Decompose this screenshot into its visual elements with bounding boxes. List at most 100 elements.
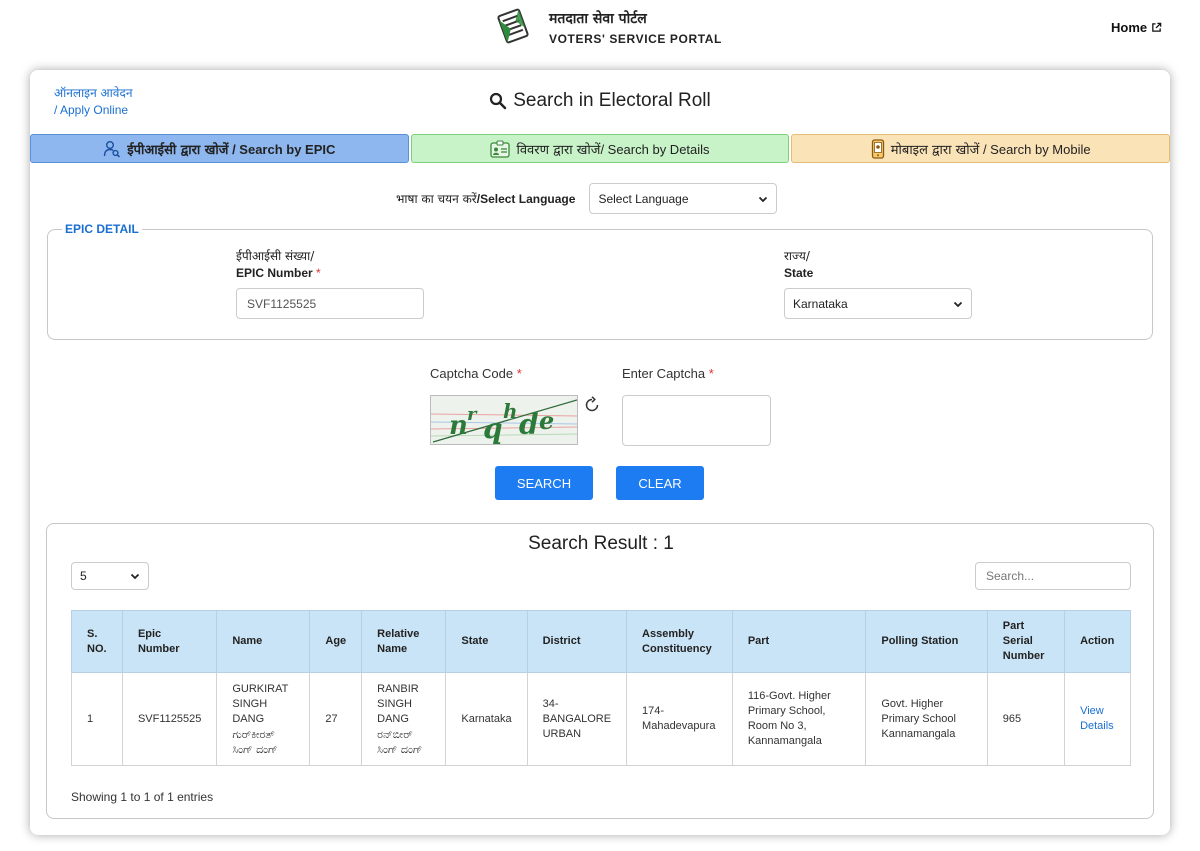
language-label: भाषा का चयन करें/Select Language: [396, 190, 575, 207]
captcha-char: q: [483, 412, 503, 445]
captcha-input[interactable]: [622, 395, 771, 446]
search-button[interactable]: SEARCH: [495, 466, 593, 500]
entries-info: Showing 1 to 1 of 1 entries: [71, 790, 214, 804]
column-header[interactable]: District: [526, 610, 628, 673]
column-header[interactable]: Name: [216, 610, 311, 673]
captcha-char: e: [539, 406, 554, 435]
mobile-icon: [871, 138, 884, 159]
state-select[interactable]: Karnataka: [784, 288, 972, 319]
page-title-text: Search in Electoral Roll: [513, 90, 711, 111]
page-title: Search in Electoral Roll: [30, 90, 1170, 112]
state-select-value: Karnataka: [793, 296, 848, 311]
epic-number-value: SVF1125525: [247, 296, 317, 311]
required-mark: *: [516, 366, 522, 381]
column-header[interactable]: S. NO.: [71, 610, 123, 673]
tab-details-hindi: विवरण द्वारा खोजें: [516, 142, 601, 158]
ballot-box-logo-icon: [497, 8, 529, 44]
epic-number-input[interactable]: SVF1125525: [236, 288, 424, 319]
chevron-down-icon: [759, 196, 768, 202]
cell-name: GURKIRAT SINGH DANG ಗುರ್‌ಕೀರತ್ ಸಿಂಗ್ ದಂಗ…: [216, 672, 311, 766]
language-label-hindi: भाषा का चयन करें: [396, 192, 477, 206]
portal-name-english: VOTERS' SERVICE PORTAL: [549, 32, 722, 46]
search-card: ऑनलाइन आवेदन / Apply Online Search in El…: [30, 70, 1171, 835]
user-search-icon: [104, 140, 121, 158]
cell-action: View Details: [1064, 672, 1131, 766]
table-search-input[interactable]: Search...: [975, 562, 1131, 590]
cell-sno: 1: [71, 672, 123, 766]
column-header[interactable]: Action: [1064, 610, 1131, 673]
name-kannada: ಗುರ್‌ಕೀರತ್ ಸಿಂಗ್ ದಂಗ್: [232, 727, 278, 756]
column-header[interactable]: State: [445, 610, 528, 673]
enter-captcha-label-text: Enter Captcha: [622, 366, 706, 381]
column-header[interactable]: Polling Station: [865, 610, 988, 673]
enter-captcha-label: Enter Captcha *: [622, 366, 714, 381]
epic-number-label-english: EPIC Number: [236, 266, 313, 280]
clear-button[interactable]: CLEAR: [616, 466, 704, 500]
search-result-title: Search Result : 1: [528, 533, 674, 554]
top-header: मतदाता सेवा पोर्टल VOTERS' SERVICE PORTA…: [0, 0, 1200, 60]
state-label: राज्य/ State: [784, 248, 813, 282]
cell-state: Karnataka: [445, 672, 528, 766]
chevron-down-icon: [130, 573, 140, 580]
column-header[interactable]: Age: [309, 610, 363, 673]
table-search-placeholder: Search...: [986, 569, 1035, 583]
relative-name-english: RANBIR SINGH DANG: [377, 682, 419, 725]
required-mark: *: [708, 366, 714, 381]
tab-search-by-mobile[interactable]: मोबाइल द्वारा खोजें / Search by Mobile: [791, 134, 1171, 163]
view-details-link[interactable]: View Details: [1080, 705, 1114, 732]
epic-detail-fieldset: EPIC DETAIL ईपीआईसी संख्या/ EPIC Number …: [47, 222, 1153, 340]
search-tabs: ईपीआईसी द्वारा खोजें / Search by EPIC वि…: [30, 134, 1171, 163]
external-link-icon: [1152, 22, 1162, 32]
relative-name-kannada: ರನ್‌ಬೀರ್ ಸಿಂಗ್ ದಂಗ್: [377, 727, 423, 756]
refresh-captcha-icon[interactable]: [583, 396, 601, 414]
cell-part: 116-Govt. Higher Primary School, Room No…: [731, 672, 867, 766]
tab-search-by-details[interactable]: विवरण द्वारा खोजें/ Search by Details: [410, 134, 790, 163]
tab-search-by-epic[interactable]: ईपीआईसी द्वारा खोजें / Search by EPIC: [30, 134, 409, 163]
required-mark: *: [316, 266, 321, 280]
tab-mobile-english: / Search by Mobile: [979, 141, 1091, 157]
home-link-label: Home: [1111, 20, 1148, 35]
search-result-panel: Search Result : 1 5 Search... S. NO. Epi…: [46, 523, 1154, 819]
page-size-value: 5: [80, 569, 87, 583]
chevron-down-icon: [953, 301, 963, 307]
language-label-english: /Select Language: [476, 192, 576, 206]
column-header[interactable]: Assembly Constituency: [626, 610, 733, 673]
table-row: 1 SVF1125525 GURKIRAT SINGH DANG ಗುರ್‌ಕೀ…: [71, 672, 1131, 766]
tab-epic-hindi: ईपीआईसी द्वारा खोजें: [127, 142, 229, 158]
epic-number-label-hindi: ईपीआईसी संख्या/: [236, 249, 315, 263]
captcha-char: h: [503, 399, 518, 423]
search-icon: [490, 92, 507, 110]
cell-relative-name: RANBIR SINGH DANG ರನ್‌ಬೀರ್ ಸಿಂಗ್ ದಂಗ್: [361, 672, 447, 766]
cell-epic: SVF1125525: [121, 672, 218, 766]
language-row: भाषा का चयन करें/Select Language Select …: [396, 183, 778, 214]
cell-assembly: 174-Mahadevapura: [626, 672, 733, 766]
cell-serial: 965: [986, 672, 1066, 766]
cell-polling-station: Govt. Higher Primary School Kannamangala: [865, 672, 988, 766]
home-link[interactable]: Home: [1111, 20, 1162, 35]
column-header[interactable]: Part: [731, 610, 867, 673]
epic-detail-legend: EPIC DETAIL: [62, 222, 142, 236]
language-select[interactable]: Select Language: [589, 183, 778, 214]
tab-details-english: / Search by Details: [600, 141, 710, 157]
id-card-icon: [490, 139, 511, 158]
name-english: GURKIRAT SINGH DANG: [232, 682, 289, 725]
table-header-row: S. NO. Epic Number Name Age Relative Nam…: [71, 610, 1131, 673]
tab-mobile-hindi: मोबाइल द्वारा खोजें: [890, 142, 980, 158]
portal-name-hindi: मतदाता सेवा पोर्टल: [549, 11, 647, 27]
state-label-hindi: राज्य/: [784, 249, 810, 263]
cell-age: 27: [309, 672, 363, 766]
epic-number-label: ईपीआईसी संख्या/ EPIC Number *: [236, 248, 321, 282]
portal-brand: मतदाता सेवा पोर्टल VOTERS' SERVICE PORTA…: [549, 9, 722, 46]
tab-epic-english: / Search by EPIC: [228, 141, 336, 157]
language-select-value: Select Language: [598, 191, 689, 206]
page-size-select[interactable]: 5: [71, 562, 149, 590]
captcha-char: d: [519, 408, 539, 441]
column-header[interactable]: Relative Name: [361, 610, 447, 673]
column-header[interactable]: Epic Number: [121, 610, 218, 673]
state-label-english: State: [784, 266, 814, 280]
cell-district: 34-BANGALORE URBAN: [526, 672, 628, 766]
column-header[interactable]: Part Serial Number: [986, 610, 1066, 673]
captcha-code-label-text: Captcha Code: [430, 366, 514, 381]
captcha-char: r: [467, 404, 478, 425]
captcha-picture: n r q h d e: [431, 399, 577, 445]
